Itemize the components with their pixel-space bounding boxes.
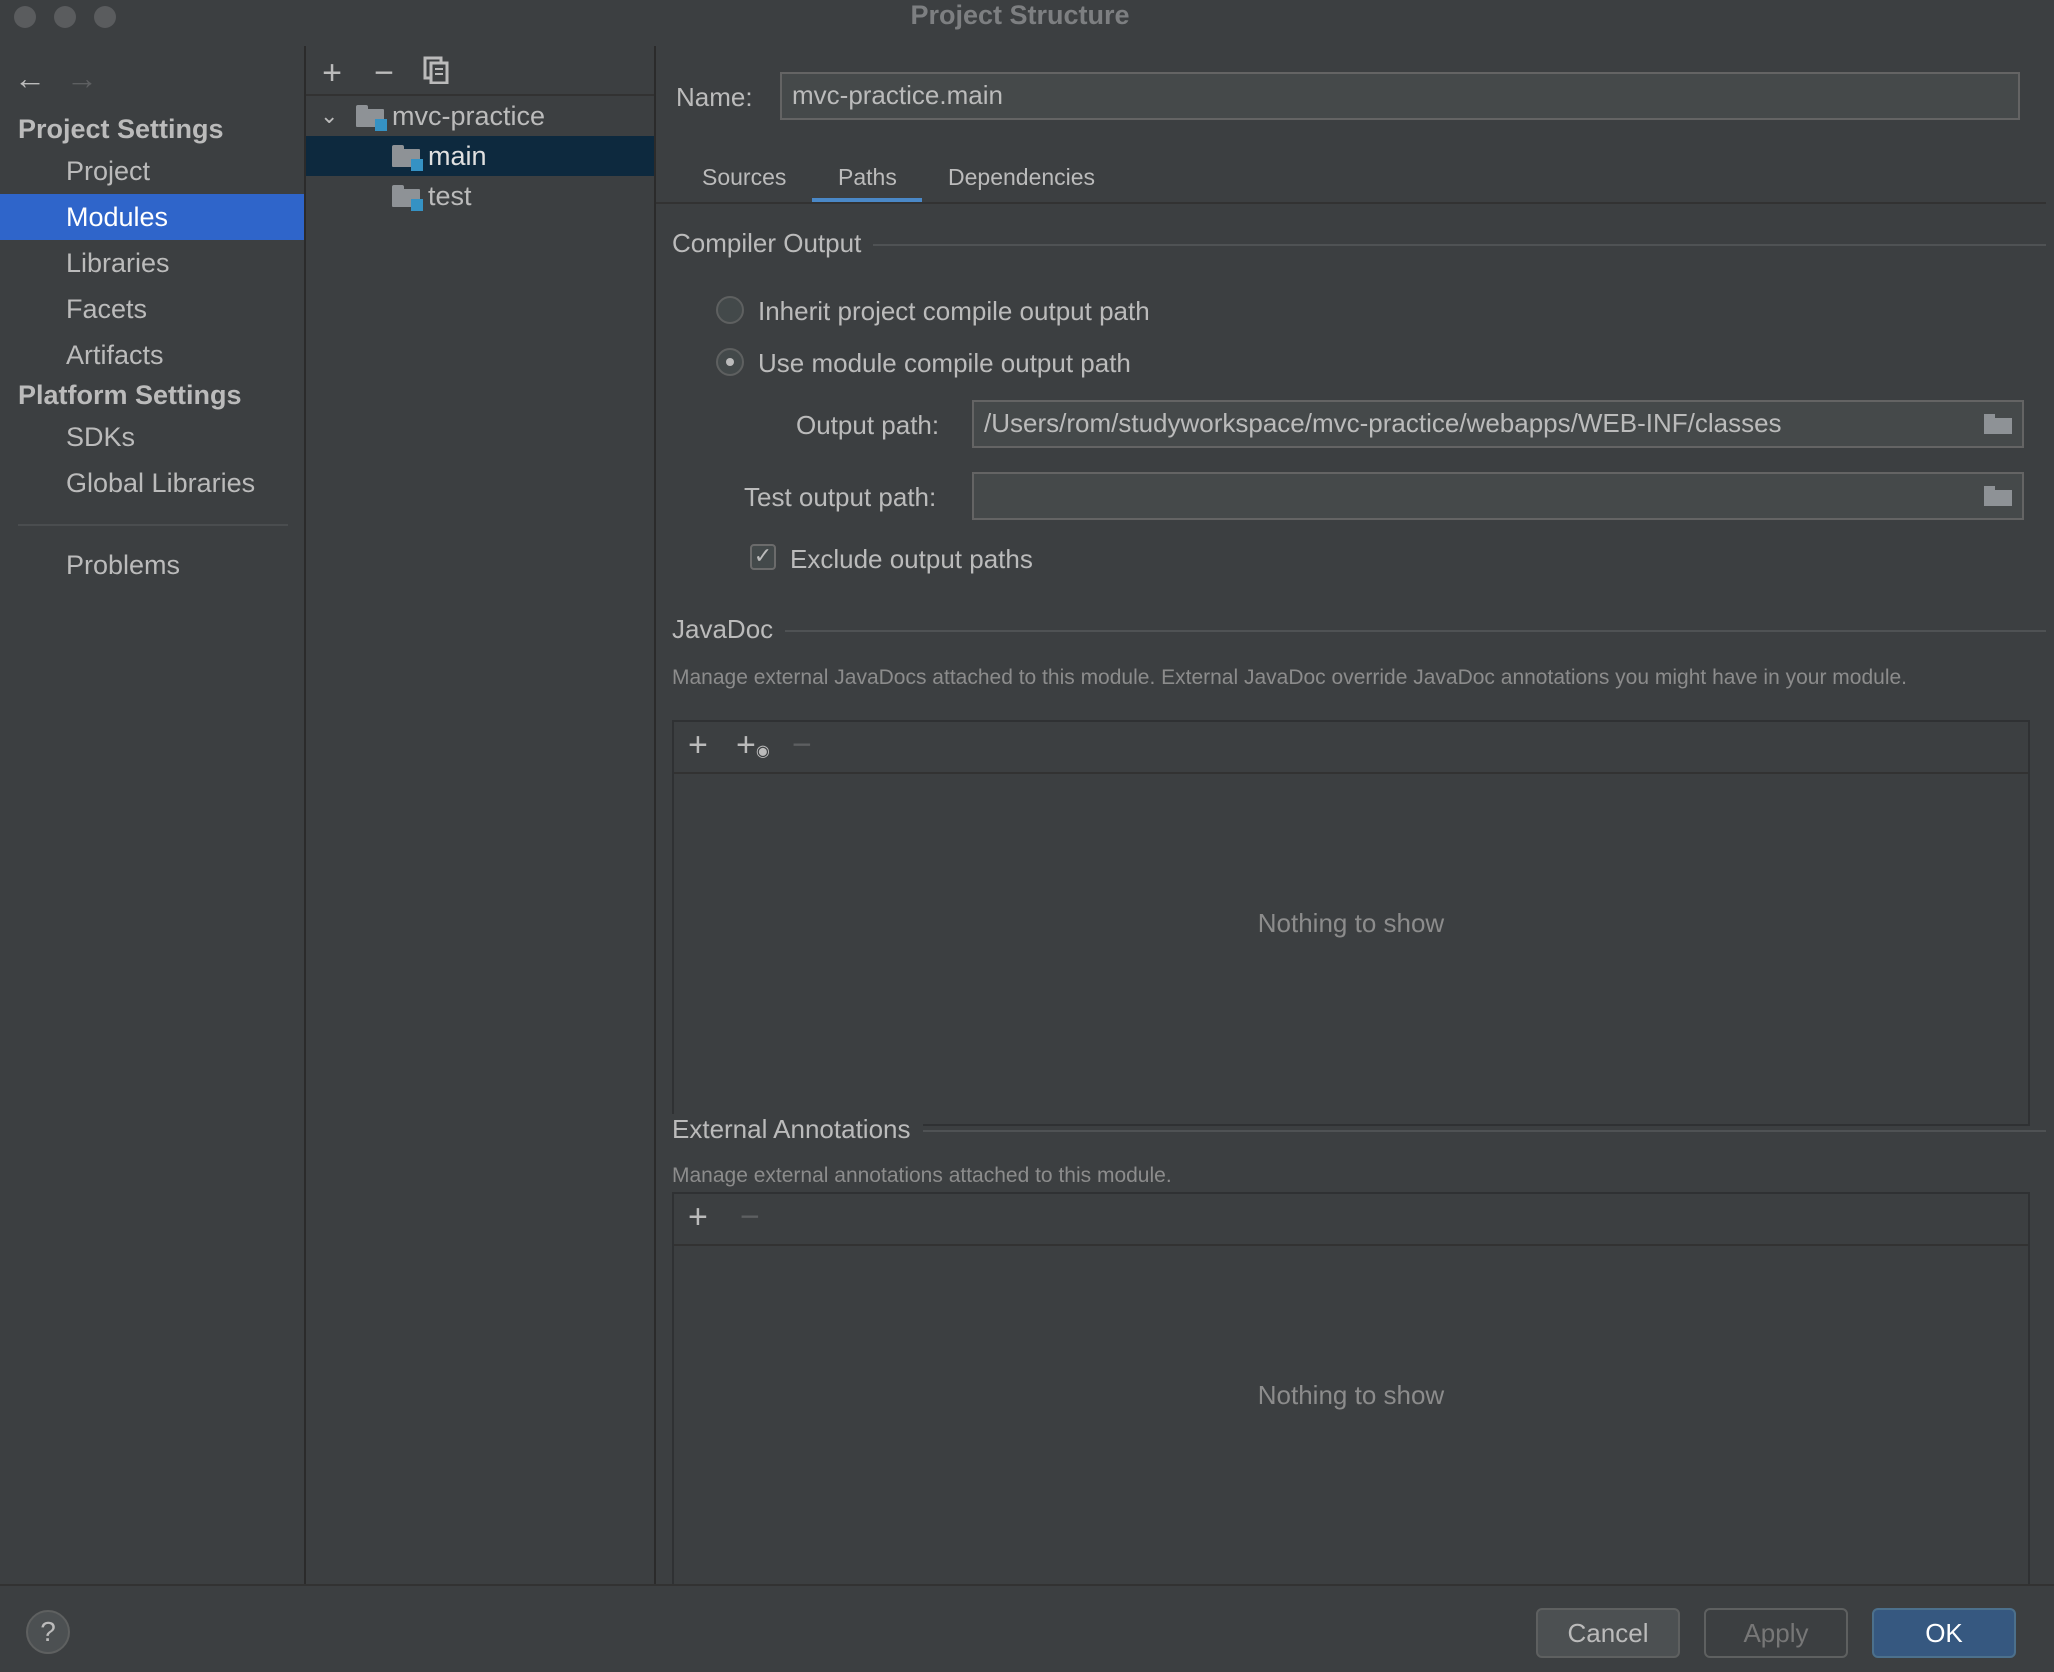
inherit-output-radio[interactable]: [716, 296, 744, 324]
javadoc-empty-text: Nothing to show: [1257, 908, 1445, 938]
module-folder-icon: [392, 145, 423, 171]
forward-arrow-icon[interactable]: →: [66, 60, 98, 97]
browse-folder-icon[interactable]: [1984, 486, 2012, 506]
sidebar-item-modules[interactable]: Modules: [0, 194, 304, 240]
tree-node-label: mvc-practice: [392, 101, 546, 131]
cancel-button[interactable]: Cancel: [1536, 1608, 1680, 1658]
module-tree-panel: + − ⌄ mvc-practice main test: [306, 46, 656, 1584]
project-settings-header: Project Settings: [18, 114, 224, 144]
external-annotations-title: External Annotations: [672, 1114, 923, 1145]
module-folder-icon: [356, 105, 387, 131]
module-folder-icon: [392, 185, 423, 211]
javadoc-list-toolbar: + +◉ −: [674, 722, 2028, 774]
javadoc-description: Manage external JavaDocs attached to thi…: [672, 666, 1908, 689]
exclude-output-checkbox[interactable]: ✓: [750, 544, 776, 570]
sidebar-item-facets[interactable]: Facets: [0, 286, 304, 332]
add-annotation-button[interactable]: +: [688, 1198, 708, 1237]
annotations-list-toolbar: + −: [674, 1194, 2028, 1246]
dialog-footer: ? Cancel Apply OK: [0, 1584, 2054, 1672]
sidebar-item-libraries[interactable]: Libraries: [0, 240, 304, 286]
javadoc-title: JavaDoc: [672, 614, 786, 645]
sidebar-item-sdks[interactable]: SDKs: [0, 414, 304, 460]
output-path-value: /Users/rom/studyworkspace/mvc-practice/w…: [984, 408, 1782, 438]
external-annotations-list: + − Nothing to show: [672, 1192, 2030, 1598]
remove-annotation-button[interactable]: −: [740, 1198, 760, 1237]
apply-button[interactable]: Apply: [1704, 1608, 1848, 1658]
sidebar-divider: [18, 524, 288, 526]
add-javadoc-button[interactable]: +: [688, 726, 708, 765]
output-path-field[interactable]: /Users/rom/studyworkspace/mvc-practice/w…: [972, 400, 2024, 448]
add-module-button[interactable]: +: [312, 54, 352, 93]
compiler-output-title: Compiler Output: [672, 228, 874, 259]
use-module-output-label[interactable]: Use module compile output path: [758, 348, 1131, 379]
tree-node-label: main: [428, 141, 487, 171]
tab-sources[interactable]: Sources: [702, 164, 786, 191]
tree-node-test[interactable]: test: [306, 176, 654, 216]
section-separator: [672, 630, 2046, 632]
sidebar-item-problems[interactable]: Problems: [0, 542, 304, 588]
sidebar-item-project[interactable]: Project: [0, 148, 304, 194]
external-annotations-description: Manage external annotations attached to …: [672, 1164, 1172, 1187]
section-separator: [672, 244, 2046, 246]
sidebar-item-artifacts[interactable]: Artifacts: [0, 332, 304, 378]
chevron-down-icon[interactable]: ⌄: [320, 96, 338, 136]
module-details-panel: Name: mvc-practice.main Sources Paths De…: [656, 46, 2054, 1598]
remove-module-button[interactable]: −: [364, 54, 404, 93]
tree-node-mvc-practice[interactable]: ⌄ mvc-practice: [306, 96, 654, 136]
tree-node-label: test: [428, 181, 472, 211]
tab-dependencies[interactable]: Dependencies: [948, 164, 1095, 191]
sidebar-item-global-libraries[interactable]: Global Libraries: [0, 460, 304, 506]
name-label: Name:: [676, 82, 753, 112]
exclude-output-label[interactable]: Exclude output paths: [790, 544, 1033, 575]
tab-paths[interactable]: Paths: [838, 164, 897, 191]
remove-javadoc-button[interactable]: −: [792, 726, 812, 765]
tree-node-main[interactable]: main: [306, 136, 654, 176]
test-output-path-label: Test output path:: [744, 482, 937, 512]
back-arrow-icon[interactable]: ←: [14, 60, 46, 97]
use-module-output-radio[interactable]: [716, 348, 744, 376]
add-javadoc-url-button[interactable]: +◉: [736, 726, 770, 765]
module-name-field[interactable]: mvc-practice.main: [780, 72, 2020, 120]
ok-button[interactable]: OK: [1872, 1608, 2016, 1658]
platform-settings-header: Platform Settings: [18, 380, 242, 410]
window-title: Project Structure: [910, 0, 1130, 30]
copy-icon[interactable]: [416, 54, 456, 93]
title-bar: Project Structure: [0, 0, 2054, 46]
browse-folder-icon[interactable]: [1984, 414, 2012, 434]
inherit-output-label[interactable]: Inherit project compile output path: [758, 296, 1150, 327]
tabs-divider: [656, 202, 2046, 204]
annotations-empty-text: Nothing to show: [1257, 1380, 1445, 1410]
settings-sidebar: ← → Project Settings Project Modules Lib…: [0, 46, 306, 1584]
test-output-path-field[interactable]: [972, 472, 2024, 520]
javadoc-list: + +◉ − Nothing to show: [672, 720, 2030, 1126]
output-path-label: Output path:: [796, 410, 940, 440]
help-button[interactable]: ?: [26, 1610, 70, 1654]
